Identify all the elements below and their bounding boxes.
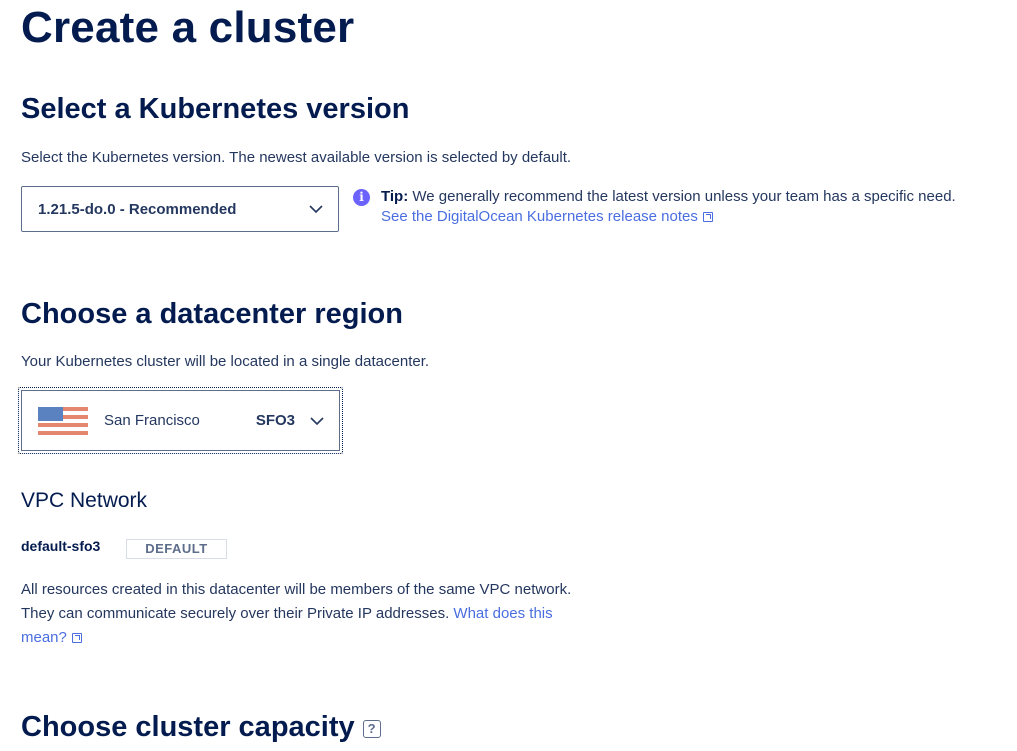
info-icon: i bbox=[353, 189, 370, 206]
chevron-down-icon bbox=[309, 205, 323, 214]
tip-text: Tip: We generally recommend the latest v… bbox=[381, 187, 956, 227]
help-icon[interactable]: ? bbox=[362, 720, 381, 738]
region-code: SFO3 bbox=[255, 412, 295, 429]
vpc-description-line1: All resources created in this datacenter… bbox=[21, 581, 572, 598]
page-title: Create a cluster bbox=[21, 3, 355, 52]
chevron-down-icon bbox=[310, 416, 324, 425]
capacity-heading: Choose cluster capacity? bbox=[21, 709, 381, 745]
vpc-link-part1: What does this bbox=[453, 605, 553, 622]
region-heading: Choose a datacenter region bbox=[21, 298, 403, 330]
version-heading: Select a Kubernetes version bbox=[21, 93, 410, 125]
region-description: Your Kubernetes cluster will be located … bbox=[21, 353, 430, 370]
external-link-icon bbox=[71, 633, 82, 643]
us-flag-icon bbox=[38, 406, 88, 435]
region-city: San Francisco bbox=[104, 412, 200, 429]
vpc-description-line2: They can communicate securely over their… bbox=[21, 605, 454, 622]
vpc-link-part2: mean? bbox=[21, 629, 67, 646]
vpc-description: All resources created in this datacenter… bbox=[21, 578, 571, 650]
vpc-heading: VPC Network bbox=[21, 489, 148, 512]
external-link-icon bbox=[702, 212, 713, 222]
tip-label: Tip: bbox=[381, 188, 409, 205]
capacity-heading-text: Choose cluster capacity bbox=[21, 711, 355, 743]
version-description: Select the Kubernetes version. The newes… bbox=[21, 149, 572, 166]
release-notes-link-text: See the DigitalOcean Kubernetes release … bbox=[381, 208, 698, 225]
release-notes-link[interactable]: See the DigitalOcean Kubernetes release … bbox=[381, 208, 713, 225]
version-select[interactable]: 1.21.5-do.0 - Recommended bbox=[21, 186, 339, 232]
tip-message: We generally recommend the latest versio… bbox=[408, 188, 956, 205]
region-select[interactable]: San Francisco SFO3 bbox=[21, 390, 340, 451]
default-badge: DEFAULT bbox=[126, 539, 227, 559]
vpc-network-name: default-sfo3 bbox=[21, 538, 101, 554]
version-select-value: 1.21.5-do.0 - Recommended bbox=[38, 200, 237, 218]
